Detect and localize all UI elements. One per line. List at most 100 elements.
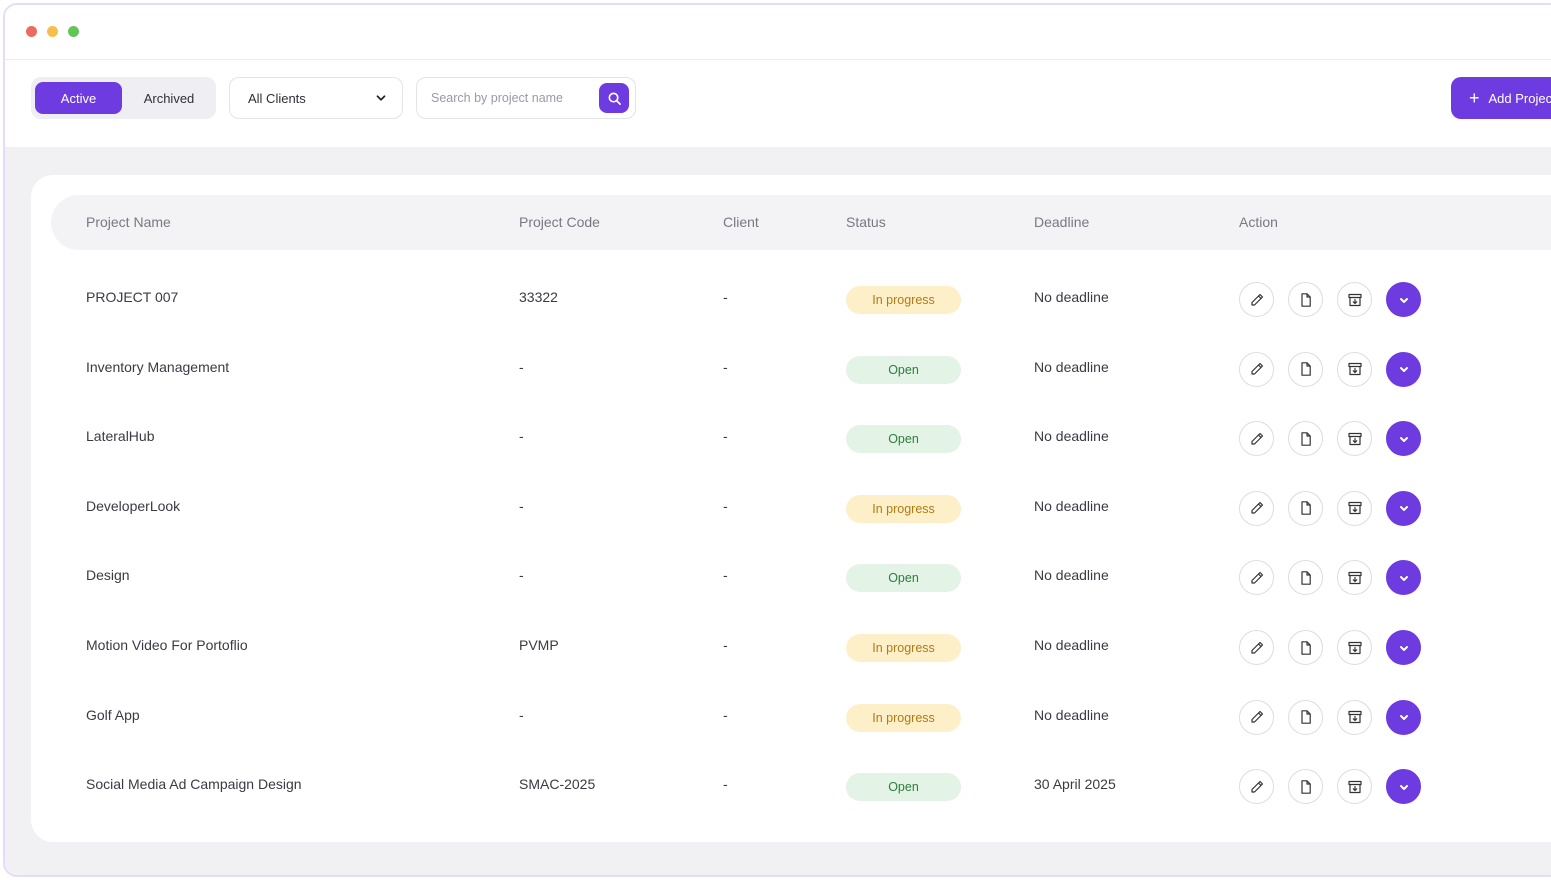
archive-icon (1347, 500, 1363, 516)
tab-active[interactable]: Active (35, 82, 122, 114)
archive-button[interactable] (1337, 630, 1372, 665)
expand-button[interactable] (1386, 351, 1421, 387)
archive-button[interactable] (1337, 769, 1372, 805)
add-project-button[interactable]: + Add Project (1451, 77, 1551, 119)
archive-button[interactable] (1337, 490, 1372, 526)
table-row: LateralHub - - No deadline Open (31, 404, 1551, 473)
expand-button[interactable] (1386, 769, 1421, 805)
document-button[interactable] (1288, 769, 1323, 805)
status-badge: Open (846, 773, 961, 802)
project-name-cell: Motion Video For Portoflio (86, 637, 248, 653)
client-cell: - (723, 637, 728, 653)
tab-archived[interactable]: Archived (125, 82, 213, 114)
project-name-cell: Design (86, 567, 130, 584)
deadline-cell: 30 April 2025 (1034, 776, 1116, 793)
header-action: Action (1239, 214, 1278, 230)
document-icon (1298, 779, 1314, 795)
projects-table-card: Project Name Project Code Client Status … (31, 175, 1551, 842)
deadline-cell: No deadline (1034, 637, 1109, 653)
client-cell: - (723, 706, 728, 723)
document-icon (1298, 570, 1314, 586)
archive-icon (1347, 292, 1363, 308)
deadline-cell: No deadline (1034, 428, 1109, 445)
client-cell: - (723, 358, 728, 375)
edit-button[interactable] (1239, 421, 1274, 457)
search-icon (608, 92, 621, 105)
project-code-cell: - (519, 358, 524, 375)
project-code-cell: - (519, 706, 524, 723)
document-button[interactable] (1288, 630, 1323, 665)
deadline-cell: No deadline (1034, 289, 1109, 305)
status-badge: In progress (846, 286, 961, 314)
header-status: Status (846, 214, 886, 230)
expand-button[interactable] (1386, 630, 1421, 665)
edit-icon (1249, 779, 1265, 795)
project-code-cell: - (519, 497, 524, 514)
edit-button[interactable] (1239, 351, 1274, 387)
app-window: Active Archived All Clients + Add Projec… (3, 3, 1551, 877)
archive-button[interactable] (1337, 351, 1372, 387)
edit-button[interactable] (1239, 490, 1274, 526)
document-button[interactable] (1288, 490, 1323, 526)
header-deadline: Deadline (1034, 214, 1090, 230)
expand-button[interactable] (1386, 282, 1421, 317)
edit-icon (1249, 709, 1265, 725)
document-button[interactable] (1288, 351, 1323, 387)
project-code-cell: - (519, 428, 524, 445)
project-name-cell: DeveloperLook (86, 497, 181, 514)
project-name-cell: Inventory Management (86, 358, 230, 375)
edit-button[interactable] (1239, 282, 1274, 317)
table-header: Project Name Project Code Client Status … (51, 195, 1551, 250)
plus-icon: + (1469, 88, 1480, 108)
edit-button[interactable] (1239, 769, 1274, 805)
toolbar: Active Archived All Clients + Add Projec… (5, 61, 1551, 147)
header-project-name: Project Name (86, 214, 171, 230)
table-row: Motion Video For Portoflio PVMP - No deadli… (31, 613, 1551, 682)
expand-button[interactable] (1386, 699, 1421, 735)
table-row: Inventory Management - - No deadline Open (31, 335, 1551, 404)
maximize-window-button[interactable] (68, 26, 79, 37)
archive-button[interactable] (1337, 699, 1372, 735)
chevron-down-icon (376, 95, 386, 101)
client-filter-dropdown[interactable]: All Clients (229, 77, 403, 119)
close-window-button[interactable] (26, 26, 37, 37)
expand-button[interactable] (1386, 490, 1421, 526)
edit-button[interactable] (1239, 699, 1274, 735)
minimize-window-button[interactable] (47, 26, 58, 37)
document-button[interactable] (1288, 421, 1323, 457)
archive-button[interactable] (1337, 282, 1372, 317)
deadline-cell: No deadline (1034, 706, 1109, 723)
archive-icon (1347, 640, 1363, 656)
edit-button[interactable] (1239, 560, 1274, 596)
document-button[interactable] (1288, 699, 1323, 735)
project-code-cell: - (519, 567, 524, 584)
archive-button[interactable] (1337, 421, 1372, 457)
expand-button[interactable] (1386, 560, 1421, 596)
chevron-down-icon (1396, 779, 1412, 795)
deadline-cell: No deadline (1034, 358, 1109, 375)
table-row: DeveloperLook - - No deadline In progress (31, 474, 1551, 543)
deadline-cell: No deadline (1034, 497, 1109, 514)
edit-icon (1249, 292, 1265, 308)
archive-icon (1347, 709, 1363, 725)
deadline-cell: No deadline (1034, 567, 1109, 584)
edit-button[interactable] (1239, 630, 1274, 665)
client-cell: - (723, 497, 728, 514)
client-cell: - (723, 428, 728, 445)
search-button[interactable] (599, 83, 629, 113)
chevron-down-icon (1396, 709, 1412, 725)
document-button[interactable] (1288, 560, 1323, 596)
expand-button[interactable] (1386, 421, 1421, 457)
table-row: PROJECT 007 33322 - No deadline In progress (31, 265, 1551, 334)
search-input[interactable] (431, 87, 596, 109)
project-name-cell: Social Media Ad Campaign Design (86, 776, 302, 793)
status-badge: In progress (846, 494, 961, 523)
archive-button[interactable] (1337, 560, 1372, 596)
document-button[interactable] (1288, 282, 1323, 317)
status-badge: Open (846, 564, 961, 593)
project-name-cell: LateralHub (86, 428, 155, 445)
archive-icon (1347, 570, 1363, 586)
document-icon (1298, 709, 1314, 725)
header-project-code: Project Code (519, 214, 600, 230)
chevron-down-icon (1396, 570, 1412, 586)
